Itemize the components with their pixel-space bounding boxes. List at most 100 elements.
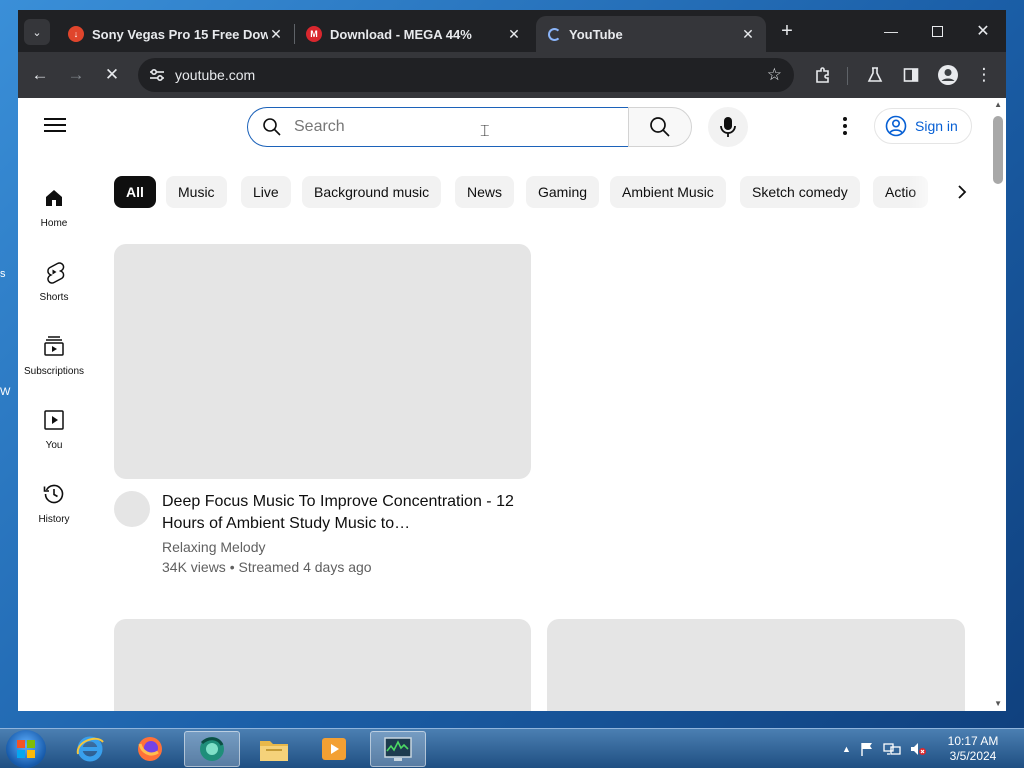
- side-panel-button[interactable]: [898, 62, 924, 88]
- download-icon: ↓: [68, 26, 84, 42]
- chip-all[interactable]: All: [114, 176, 156, 208]
- taskbar-task-manager[interactable]: [370, 731, 426, 767]
- video-thumbnail[interactable]: [114, 619, 531, 711]
- volume-muted-icon[interactable]: [909, 741, 927, 757]
- close-icon[interactable]: ✕: [506, 26, 522, 43]
- start-button[interactable]: [6, 730, 46, 768]
- desktop-edge-text: W: [0, 386, 11, 398]
- profile-button[interactable]: [935, 62, 961, 88]
- taskbar-firefox[interactable]: [122, 731, 178, 767]
- tab-mega[interactable]: M Download - MEGA 44% ✕: [296, 16, 532, 52]
- browser-window: ⌄ ↓ Sony Vegas Pro 15 Free Downl ✕ M Dow…: [18, 10, 1006, 711]
- minimize-button[interactable]: —: [876, 18, 906, 44]
- tab-youtube[interactable]: YouTube ✕: [536, 16, 766, 52]
- task-manager-icon: [384, 737, 412, 761]
- chip-scroll-next-button[interactable]: [948, 178, 976, 206]
- network-icon[interactable]: [883, 741, 901, 757]
- sign-in-label: Sign in: [915, 118, 958, 134]
- kebab-menu-icon: ⋮: [975, 65, 993, 84]
- chip-live[interactable]: Live: [241, 176, 291, 208]
- site-info-icon[interactable]: [148, 66, 166, 84]
- flask-icon: [867, 67, 883, 82]
- video-thumbnail[interactable]: [114, 244, 531, 479]
- chip-ambient-music[interactable]: Ambient Music: [610, 176, 726, 208]
- taskbar-media-player[interactable]: [306, 731, 362, 767]
- guide-item-label: You: [45, 440, 63, 451]
- channel-avatar[interactable]: [114, 491, 150, 527]
- chevron-down-icon: ⌄: [32, 26, 42, 39]
- search-input[interactable]: [294, 116, 594, 138]
- browser-menu-button[interactable]: ⋮: [971, 62, 997, 88]
- page-scrollbar[interactable]: ▲ ▼: [990, 98, 1006, 711]
- show-hidden-icons-arrow[interactable]: ▲: [842, 744, 851, 754]
- stop-icon: ✕: [104, 65, 120, 84]
- chip-sketch-comedy[interactable]: Sketch comedy: [740, 176, 860, 208]
- maximize-icon: [931, 25, 943, 37]
- scroll-up-icon[interactable]: ▲: [994, 100, 1002, 109]
- tab-title: Sony Vegas Pro 15 Free Downl: [92, 26, 268, 42]
- extensions-button[interactable]: [810, 62, 836, 88]
- labs-button[interactable]: [862, 62, 888, 88]
- firefox-icon: [138, 737, 162, 761]
- video-thumbnail[interactable]: [547, 619, 965, 711]
- guide-item-history[interactable]: History: [18, 476, 90, 542]
- chip-background-music[interactable]: Background music: [302, 176, 442, 208]
- guide-menu-button[interactable]: [44, 116, 66, 134]
- bookmark-star-icon[interactable]: ☆: [767, 65, 782, 85]
- search-icon: [263, 118, 281, 136]
- search-box[interactable]: [247, 107, 628, 147]
- tab-strip: ⌄ ↓ Sony Vegas Pro 15 Free Downl ✕ M Dow…: [18, 10, 1006, 52]
- minimize-icon: —: [884, 23, 898, 39]
- url-text: youtube.com: [175, 67, 256, 83]
- clock-date: 3/5/2024: [949, 749, 997, 763]
- guide-item-home[interactable]: Home: [18, 180, 90, 246]
- desktop-edge-text: s: [0, 268, 6, 280]
- address-bar[interactable]: youtube.com ☆: [138, 58, 794, 92]
- chip-gaming[interactable]: Gaming: [526, 176, 600, 208]
- guide-item-label: History: [38, 514, 70, 525]
- taskbar-file-explorer[interactable]: [246, 731, 302, 767]
- scroll-down-icon[interactable]: ▼: [994, 699, 1002, 708]
- hamburger-icon-bar: [44, 124, 66, 126]
- puzzle-icon: [816, 67, 829, 83]
- channel-name[interactable]: Relaxing Melody: [162, 539, 266, 555]
- back-button[interactable]: ←: [27, 62, 53, 88]
- sign-in-button[interactable]: Sign in: [874, 108, 972, 144]
- arrow-left-icon: ←: [31, 65, 49, 84]
- chip-music[interactable]: Music: [166, 176, 227, 208]
- taskbar-clock[interactable]: 10:17 AM 3/5/2024: [938, 734, 1008, 764]
- window-close-button[interactable]: ✕: [968, 18, 998, 44]
- settings-menu-button[interactable]: [835, 113, 855, 139]
- kebab-dot-icon: [843, 124, 847, 128]
- taskbar-browser[interactable]: [184, 731, 240, 767]
- voice-search-button[interactable]: [708, 107, 748, 147]
- microphone-icon: [720, 117, 736, 137]
- home-icon: [46, 190, 62, 206]
- guide-item-subscriptions[interactable]: Subscriptions: [18, 328, 90, 394]
- taskbar-internet-explorer[interactable]: [62, 731, 118, 767]
- profile-icon: [938, 65, 958, 85]
- guide-item-shorts[interactable]: Shorts: [18, 254, 90, 320]
- scrollbar-thumb[interactable]: [993, 116, 1003, 184]
- close-icon[interactable]: ✕: [268, 26, 284, 43]
- youtube-page: ⌶ Sign in Home Shorts Subscri: [18, 98, 1006, 711]
- guide-item-you[interactable]: You: [18, 402, 90, 468]
- forward-button[interactable]: →: [63, 62, 89, 88]
- tab-sony-vegas[interactable]: ↓ Sony Vegas Pro 15 Free Downl ✕: [58, 16, 294, 52]
- account-circle-icon: [885, 115, 907, 137]
- search-button[interactable]: [628, 107, 692, 147]
- video-title[interactable]: Deep Focus Music To Improve Concentratio…: [162, 491, 522, 535]
- close-icon[interactable]: ✕: [740, 26, 756, 43]
- chip-news[interactable]: News: [455, 176, 515, 208]
- tab-search-button[interactable]: ⌄: [24, 19, 50, 45]
- toolbar-divider: [847, 67, 848, 85]
- maximize-button[interactable]: [922, 18, 952, 44]
- file-explorer-icon: [260, 741, 288, 761]
- action-center-flag-icon[interactable]: [859, 741, 875, 757]
- chevron-right-icon: [958, 185, 967, 199]
- stop-button[interactable]: ✕: [99, 62, 125, 88]
- guide-item-label: Shorts: [39, 292, 69, 303]
- new-tab-button[interactable]: +: [776, 20, 798, 42]
- mega-icon: M: [306, 26, 322, 42]
- media-player-icon: [322, 738, 346, 760]
